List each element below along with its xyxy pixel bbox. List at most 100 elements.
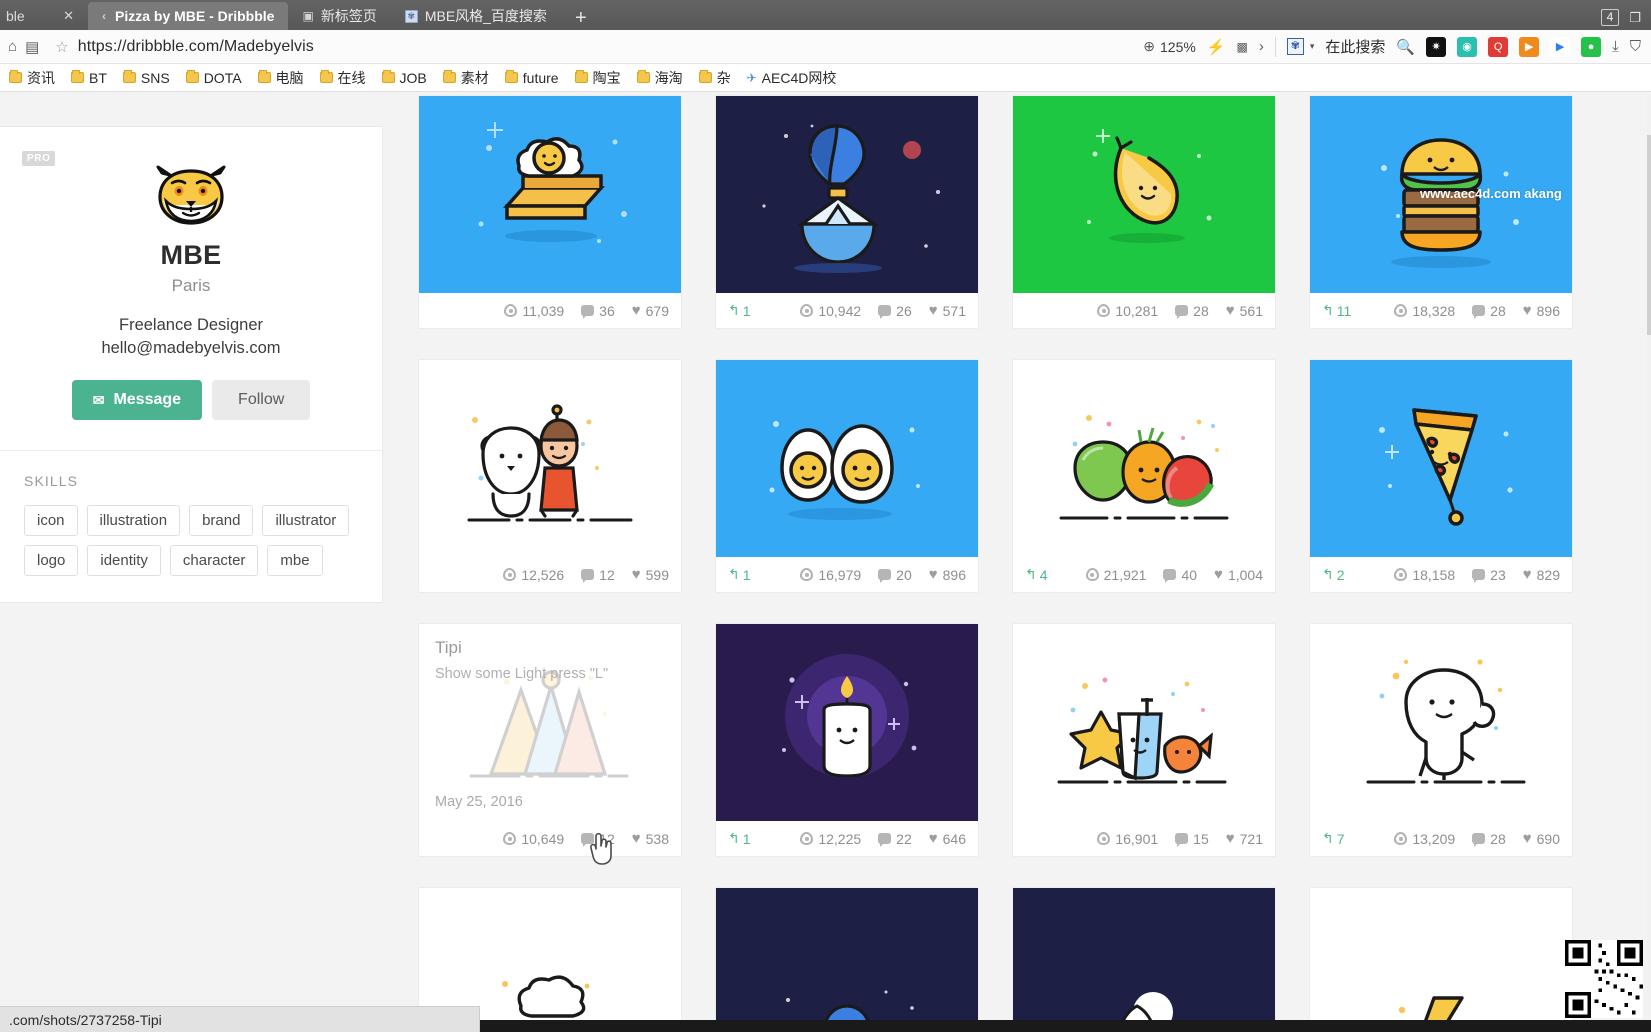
bookmark-item[interactable]: DOTA — [179, 68, 249, 88]
browser-tab-0[interactable]: ble ✕ — [0, 2, 88, 30]
skill-tag[interactable]: brand — [189, 505, 254, 536]
shot-thumbnail[interactable] — [1013, 360, 1275, 557]
bookmark-item[interactable]: 陶宝 — [568, 66, 628, 90]
bookmark-item[interactable]: 在线 — [313, 66, 373, 90]
skill-tag[interactable]: illustration — [86, 505, 181, 536]
browser-tab-3[interactable]: ✾ MBE风格_百度搜索 — [391, 2, 561, 30]
shot-card[interactable]: ↰ 1 16,979 20 ♥ 896 — [715, 359, 979, 593]
shot-thumbnail[interactable] — [1310, 888, 1572, 1032]
shot-thumbnail[interactable] — [1310, 624, 1572, 821]
bookmark-item[interactable]: 海淘 — [630, 66, 690, 90]
skill-tag[interactable]: icon — [24, 505, 78, 536]
shot-thumbnail[interactable] — [1013, 624, 1275, 821]
search-input[interactable]: 在此搜索 — [1325, 36, 1385, 57]
download-icon[interactable]: ⤓ — [1612, 38, 1619, 55]
camera-icon[interactable]: ◉ — [1457, 36, 1478, 57]
bookmark-star-icon[interactable]: ☆ — [55, 38, 68, 56]
skill-tag[interactable]: logo — [24, 545, 79, 576]
profile-email: hello@madebyelvis.com — [101, 339, 281, 357]
address-bar[interactable]: ☆ https://dribbble.com/Madebyelvis — [47, 38, 1135, 56]
shot-card[interactable]: ↰ 4 21,921 40 ♥ 1,004 — [1012, 359, 1276, 593]
shot-card[interactable]: 12,526 12 ♥ 599 — [418, 359, 682, 593]
window-list-icon[interactable]: ❐ — [1629, 10, 1641, 26]
folder-icon — [319, 70, 333, 83]
bookmark-item[interactable]: ✈ AEC4D网校 — [740, 66, 844, 90]
page-scrollbar[interactable] — [1647, 95, 1651, 1032]
comment-icon — [878, 569, 892, 583]
follow-button[interactable]: Follow — [212, 380, 311, 420]
shot-card[interactable] — [1012, 887, 1276, 1032]
bookmark-item[interactable]: 素材 — [436, 66, 496, 90]
bookmark-label: AEC4D网校 — [761, 69, 837, 86]
tab-count-badge[interactable]: 4 — [1600, 9, 1620, 26]
skill-tag[interactable]: character — [169, 545, 259, 576]
browser-tab-strip: ble ✕ ‹ Pizza by MBE - Dribbble ▣ 新标签页 ✾… — [0, 0, 1651, 30]
rebound-icon: ↰ — [1322, 830, 1334, 846]
zoom-in-icon: ⊕ — [1143, 38, 1156, 54]
qr-code-icon[interactable]: ▩ — [1237, 40, 1248, 54]
shot-card[interactable]: Tipi Show some Light press "L" May 25, 2… — [418, 623, 682, 857]
shot-card[interactable] — [715, 887, 979, 1032]
search-engine-selector[interactable]: ✾ ▾ — [1286, 38, 1314, 55]
views-stat: 21,921 — [1085, 567, 1146, 583]
browser-tab-1[interactable]: ‹ Pizza by MBE - Dribbble — [88, 2, 289, 30]
bookmark-item[interactable]: future — [498, 68, 566, 88]
comment-icon — [581, 569, 595, 583]
heart-icon: ♥ — [1214, 566, 1223, 583]
shot-card[interactable]: 16,901 15 ♥ 721 — [1012, 623, 1276, 857]
shot-thumbnail[interactable] — [716, 96, 978, 293]
shot-card[interactable]: ↰ 1 12,225 22 ♥ 646 — [715, 623, 979, 857]
avatar[interactable] — [0, 127, 382, 227]
shot-thumbnail[interactable] — [1013, 888, 1275, 1032]
user-icon[interactable]: ⛉ — [1630, 38, 1641, 55]
bookmark-item[interactable]: 资讯 — [2, 66, 62, 90]
lightning-icon[interactable]: ⚡ — [1207, 38, 1226, 56]
shot-card[interactable]: 10,281 28 ♥ 561 — [1012, 95, 1276, 329]
shot-thumbnail[interactable] — [419, 360, 681, 557]
page-content: PRO MBE Paris Freelance Designer hello@m… — [0, 95, 1651, 1032]
wechat-icon[interactable]: ● — [1581, 36, 1602, 57]
shot-thumbnail[interactable]: Tipi Show some Light press "L" May 25, 2… — [419, 624, 681, 821]
folder-icon — [574, 70, 588, 83]
sidebar-toggle-icon[interactable]: ▤ — [25, 38, 39, 56]
shot-card[interactable]: 11,039 36 ♥ 679 — [418, 95, 682, 329]
shot-thumbnail[interactable] — [716, 888, 978, 1032]
shot-stats: 10,281 28 ♥ 561 — [1013, 293, 1275, 328]
bookmark-item[interactable]: SNS — [116, 68, 177, 88]
video-icon[interactable]: ▶ — [1519, 36, 1540, 57]
zoom-control[interactable]: ⊕ 125% — [1143, 38, 1196, 55]
qq-icon[interactable]: Q — [1488, 36, 1509, 57]
shot-card[interactable]: ↰ 1 10,942 26 ♥ 571 — [715, 95, 979, 329]
new-tab-button[interactable]: + — [561, 8, 601, 30]
bookmark-item[interactable]: 电脑 — [251, 66, 311, 90]
tab-close-icon[interactable]: ✕ — [53, 8, 74, 24]
message-button[interactable]: ✉ Message — [71, 380, 203, 420]
shot-card[interactable] — [1309, 887, 1573, 1032]
bookmark-item[interactable]: JOB — [375, 68, 434, 88]
bookmark-item[interactable]: 杂 — [692, 66, 738, 90]
chevron-right-icon[interactable]: › — [1259, 38, 1264, 55]
shot-card[interactable]: ↰ 2 18,158 23 ♥ 829 — [1309, 359, 1573, 593]
skill-tag[interactable]: identity — [87, 545, 161, 576]
shot-thumbnail[interactable] — [716, 360, 978, 557]
shot-card[interactable]: ↰ 7 13,209 28 ♥ 690 — [1309, 623, 1573, 857]
comments-stat: 20 — [878, 567, 912, 583]
comment-icon — [1472, 305, 1486, 319]
folder-icon — [257, 70, 271, 83]
shot-card[interactable]: www.aec4d.com akang ↰ 11 18,328 28 ♥ 896 — [1309, 95, 1573, 329]
browser-tab-2[interactable]: ▣ 新标签页 — [288, 2, 390, 30]
skill-tag[interactable]: illustrator — [262, 505, 350, 536]
baidu-paw-icon: ✾ — [1286, 38, 1304, 55]
puzzle-icon[interactable]: ✷ — [1426, 36, 1447, 57]
home-icon[interactable]: ⌂ — [8, 38, 17, 55]
shot-thumbnail[interactable] — [1310, 360, 1572, 557]
scrollbar-thumb[interactable] — [1647, 135, 1651, 335]
player-icon[interactable]: ▶ — [1550, 36, 1571, 57]
shot-thumbnail[interactable] — [1013, 96, 1275, 293]
shot-thumbnail[interactable] — [419, 96, 681, 293]
skill-tag[interactable]: mbe — [267, 545, 323, 576]
search-icon[interactable]: 🔍 — [1396, 38, 1415, 56]
bookmark-item[interactable]: BT — [64, 68, 114, 88]
shot-thumbnail[interactable] — [716, 624, 978, 821]
shot-thumbnail[interactable]: www.aec4d.com akang — [1310, 96, 1572, 293]
